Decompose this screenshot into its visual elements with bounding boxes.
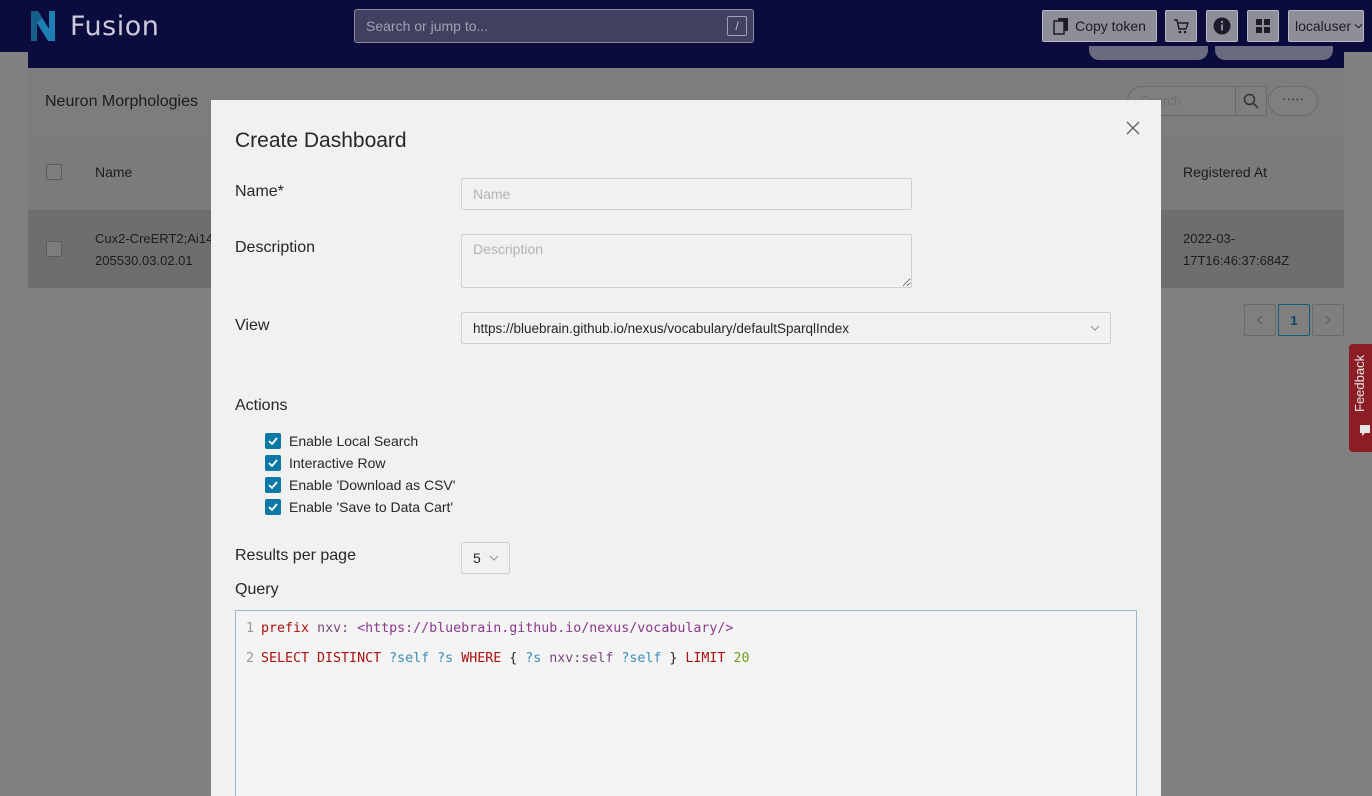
code-line[interactable]: 1 prefix nxv: <https://bluebrain.github.i… bbox=[236, 621, 733, 641]
pagination-next-button[interactable] bbox=[1312, 304, 1344, 336]
line-number: 2 bbox=[245, 651, 254, 666]
column-header-name[interactable]: Name bbox=[95, 164, 132, 180]
line-number: 1 bbox=[245, 621, 254, 636]
search-button[interactable] bbox=[1235, 86, 1267, 116]
search-icon bbox=[1243, 93, 1259, 109]
code-token: { bbox=[501, 651, 526, 666]
header-action-button[interactable] bbox=[1089, 46, 1208, 60]
row-name-line: 205530.03.02.01 bbox=[95, 253, 193, 268]
checkbox-label: Interactive Row bbox=[289, 455, 386, 471]
results-per-page-value: 5 bbox=[473, 550, 481, 566]
actions-label: Actions bbox=[235, 397, 288, 414]
row-registered-line: 2022-03- bbox=[1183, 231, 1236, 246]
create-dashboard-modal: Create Dashboard Name* Description View … bbox=[211, 100, 1161, 796]
global-search-input[interactable] bbox=[355, 10, 753, 42]
row-name-cell: Cux2-CreERT2;Ai14 205530.03.02.01 bbox=[95, 228, 213, 272]
view-label: View bbox=[235, 317, 270, 334]
modal-title: Create Dashboard bbox=[235, 129, 407, 152]
column-header-registered-at[interactable]: Registered At bbox=[1183, 164, 1267, 180]
code-line[interactable]: 2 SELECT DISTINCT ?self ?s WHERE { ?s nxv… bbox=[236, 651, 749, 671]
query-label: Query bbox=[235, 581, 279, 598]
checkbox-checked-icon bbox=[265, 433, 281, 449]
dashboard-title: Neuron Morphologies bbox=[45, 93, 198, 110]
user-menu-button[interactable]: localuser bbox=[1288, 10, 1364, 42]
enable-local-search-checkbox[interactable]: Enable Local Search bbox=[265, 433, 418, 449]
code-token: nxv: bbox=[317, 621, 350, 636]
more-options-button[interactable]: ····· bbox=[1268, 86, 1318, 116]
code-token: 20 bbox=[733, 651, 750, 666]
chevron-down-icon bbox=[1090, 325, 1100, 331]
checkbox-checked-icon bbox=[265, 477, 281, 493]
checkbox-checked-icon bbox=[265, 499, 281, 515]
code-token: ?s bbox=[437, 651, 454, 666]
code-token: LIMIT bbox=[685, 651, 726, 666]
chevron-down-icon bbox=[1354, 23, 1363, 29]
code-token: WHERE bbox=[461, 651, 502, 666]
global-search: / bbox=[354, 9, 754, 43]
code-token: SELECT DISTINCT bbox=[261, 651, 382, 666]
info-icon bbox=[1213, 17, 1231, 35]
fusion-logo[interactable]: Fusion bbox=[28, 9, 159, 43]
checkbox-label: Enable 'Download as CSV' bbox=[289, 477, 456, 493]
copy-icon bbox=[1053, 18, 1069, 35]
row-checkbox[interactable] bbox=[46, 241, 62, 257]
app-name: Fusion bbox=[70, 10, 160, 42]
apps-grid-icon bbox=[1256, 19, 1270, 33]
view-select[interactable]: https://bluebrain.github.io/nexus/vocabu… bbox=[461, 312, 1111, 344]
row-registered-line: 17T16:46:37:684Z bbox=[1183, 253, 1290, 268]
user-name: localuser bbox=[1295, 18, 1352, 34]
feedback-icon bbox=[1360, 425, 1370, 436]
code-token: ?s bbox=[525, 651, 542, 666]
row-registered-cell: 2022-03- 17T16:46:37:684Z bbox=[1183, 228, 1289, 272]
checkbox-label: Enable Local Search bbox=[289, 433, 419, 449]
results-per-page-select[interactable]: 5 bbox=[461, 542, 510, 574]
checkbox-label: Enable 'Save to Data Cart' bbox=[289, 499, 454, 515]
code-token: ?self bbox=[621, 651, 662, 666]
close-icon[interactable] bbox=[1123, 118, 1143, 138]
pagination-page-1[interactable]: 1 bbox=[1278, 304, 1310, 336]
copy-token-button[interactable]: Copy token bbox=[1042, 10, 1157, 42]
info-button[interactable] bbox=[1206, 10, 1238, 42]
feedback-label: Feedback bbox=[1352, 354, 1367, 412]
interactive-row-checkbox[interactable]: Interactive Row bbox=[265, 455, 385, 471]
row-name-line: Cux2-CreERT2;Ai14 bbox=[95, 231, 214, 246]
code-token: } bbox=[661, 651, 686, 666]
code-token: nxv:self bbox=[549, 651, 614, 666]
results-per-page-label: Results per page bbox=[235, 547, 356, 564]
description-textarea[interactable] bbox=[461, 234, 912, 288]
name-label: Name* bbox=[235, 183, 284, 200]
feedback-tab[interactable]: Feedback bbox=[1349, 344, 1372, 452]
chevron-left-icon bbox=[1257, 315, 1263, 325]
download-csv-checkbox[interactable]: Enable 'Download as CSV' bbox=[265, 477, 455, 493]
chevron-down-icon bbox=[489, 555, 499, 561]
code-token: <https://bluebrain.github.io/nexus/vocab… bbox=[357, 621, 734, 636]
chevron-right-icon bbox=[1325, 315, 1331, 325]
checkbox-checked-icon bbox=[265, 455, 281, 471]
view-select-value: https://bluebrain.github.io/nexus/vocabu… bbox=[473, 320, 849, 336]
description-label: Description bbox=[235, 239, 316, 256]
search-shortcut-hint: / bbox=[727, 16, 747, 36]
code-token: ?self bbox=[389, 651, 430, 666]
pagination-prev-button[interactable] bbox=[1244, 304, 1276, 336]
apps-button[interactable] bbox=[1247, 10, 1279, 42]
header-action-button[interactable] bbox=[1215, 46, 1333, 60]
top-navbar: Fusion / Copy token localuser bbox=[0, 0, 1372, 52]
copy-token-label: Copy token bbox=[1075, 18, 1146, 34]
select-all-checkbox[interactable] bbox=[46, 164, 62, 180]
cart-icon bbox=[1174, 19, 1189, 34]
name-input[interactable] bbox=[461, 178, 912, 210]
query-code-editor[interactable]: 1 prefix nxv: <https://bluebrain.github.i… bbox=[235, 610, 1137, 796]
code-token: prefix bbox=[261, 621, 310, 636]
nexus-logo-icon bbox=[31, 11, 55, 41]
data-cart-button[interactable] bbox=[1165, 10, 1197, 42]
save-to-data-cart-checkbox[interactable]: Enable 'Save to Data Cart' bbox=[265, 499, 453, 515]
